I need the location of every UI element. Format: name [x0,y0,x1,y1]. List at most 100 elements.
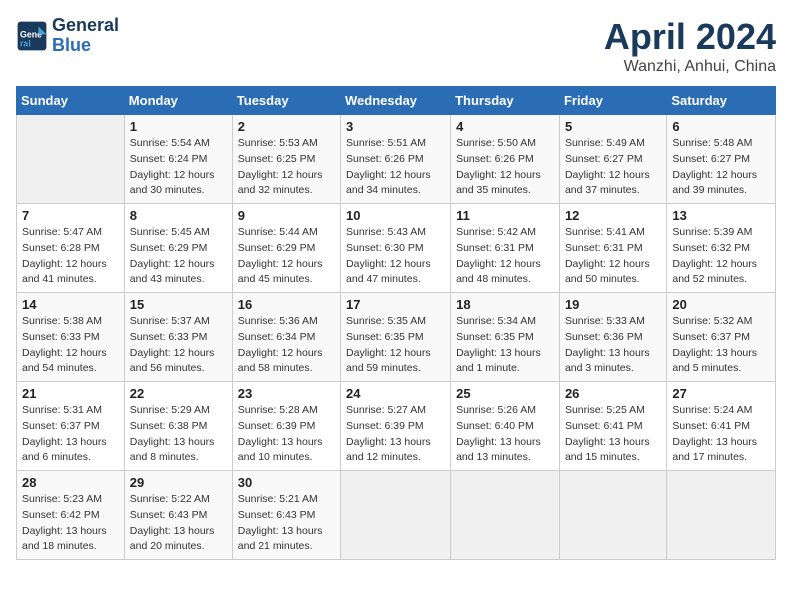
weekday-header-saturday: Saturday [667,87,776,115]
day-number: 18 [456,297,554,312]
calendar-cell: 24 Sunrise: 5:27 AM Sunset: 6:39 PM Dayli… [341,382,451,471]
calendar-cell [341,471,451,560]
weekday-header-row: SundayMondayTuesdayWednesdayThursdayFrid… [17,87,776,115]
location-subtitle: Wanzhi, Anhui, China [604,58,776,76]
day-info: Sunrise: 5:42 AM Sunset: 6:31 PM Dayligh… [456,225,554,288]
weekday-header-sunday: Sunday [17,87,125,115]
day-number: 19 [565,297,661,312]
day-info: Sunrise: 5:44 AM Sunset: 6:29 PM Dayligh… [238,225,335,288]
title-block: April 2024 Wanzhi, Anhui, China [604,16,776,76]
day-number: 21 [22,386,119,401]
day-number: 22 [130,386,227,401]
day-info: Sunrise: 5:23 AM Sunset: 6:42 PM Dayligh… [22,492,119,555]
logo-name: General Blue [52,16,119,56]
day-number: 20 [672,297,770,312]
day-info: Sunrise: 5:32 AM Sunset: 6:37 PM Dayligh… [672,314,770,377]
weekday-header-monday: Monday [124,87,232,115]
day-number: 12 [565,208,661,223]
calendar-cell: 6Sunrise: 5:48 AM Sunset: 6:27 PM Daylig… [667,115,776,204]
day-number: 11 [456,208,554,223]
day-info: Sunrise: 5:26 AM Sunset: 6:40 PM Dayligh… [456,403,554,466]
day-info: Sunrise: 5:39 AM Sunset: 6:32 PM Dayligh… [672,225,770,288]
calendar-cell: 22 Sunrise: 5:29 AM Sunset: 6:38 PM Dayli… [124,382,232,471]
weekday-header-thursday: Thursday [451,87,560,115]
calendar-cell: 5Sunrise: 5:49 AM Sunset: 6:27 PM Daylig… [559,115,666,204]
weekday-header-wednesday: Wednesday [341,87,451,115]
day-info: Sunrise: 5:36 AM Sunset: 6:34 PM Dayligh… [238,314,335,377]
day-number: 30 [238,475,335,490]
logo-line2: Blue [52,35,91,55]
calendar-cell: 16 Sunrise: 5:36 AM Sunset: 6:34 PM Dayli… [232,293,340,382]
calendar-cell: 23Sunrise: 5:28 AM Sunset: 6:39 PM Dayli… [232,382,340,471]
day-number: 3 [346,119,445,134]
calendar-week-row: 7 Sunrise: 5:47 AM Sunset: 6:28 PM Daylig… [17,204,776,293]
day-number: 14 [22,297,119,312]
calendar-cell: 27Sunrise: 5:24 AM Sunset: 6:41 PM Dayli… [667,382,776,471]
calendar-cell: 11 Sunrise: 5:42 AM Sunset: 6:31 PM Dayli… [451,204,560,293]
calendar-cell: 7 Sunrise: 5:47 AM Sunset: 6:28 PM Daylig… [17,204,125,293]
calendar-week-row: 14 Sunrise: 5:38 AM Sunset: 6:33 PM Dayli… [17,293,776,382]
calendar-table: SundayMondayTuesdayWednesdayThursdayFrid… [16,86,776,560]
day-number: 23 [238,386,335,401]
day-number: 1 [130,119,227,134]
day-info: Sunrise: 5:35 AM Sunset: 6:35 PM Dayligh… [346,314,445,377]
calendar-cell: 1 Sunrise: 5:54 AM Sunset: 6:24 PM Daylig… [124,115,232,204]
weekday-header-friday: Friday [559,87,666,115]
day-info: Sunrise: 5:38 AM Sunset: 6:33 PM Dayligh… [22,314,119,377]
day-number: 7 [22,208,119,223]
calendar-cell: 28Sunrise: 5:23 AM Sunset: 6:42 PM Dayli… [17,471,125,560]
day-info: Sunrise: 5:25 AM Sunset: 6:41 PM Dayligh… [565,403,661,466]
day-info: Sunrise: 5:27 AM Sunset: 6:39 PM Dayligh… [346,403,445,466]
weekday-header-tuesday: Tuesday [232,87,340,115]
calendar-cell: 25 Sunrise: 5:26 AM Sunset: 6:40 PM Dayli… [451,382,560,471]
day-info: Sunrise: 5:54 AM Sunset: 6:24 PM Dayligh… [130,136,227,199]
calendar-cell: 30 Sunrise: 5:21 AM Sunset: 6:43 PM Dayli… [232,471,340,560]
day-number: 10 [346,208,445,223]
month-title: April 2024 [604,16,776,58]
calendar-cell: 3 Sunrise: 5:51 AM Sunset: 6:26 PM Daylig… [341,115,451,204]
calendar-cell: 19 Sunrise: 5:33 AM Sunset: 6:36 PM Dayli… [559,293,666,382]
day-info: Sunrise: 5:21 AM Sunset: 6:43 PM Dayligh… [238,492,335,555]
day-info: Sunrise: 5:48 AM Sunset: 6:27 PM Dayligh… [672,136,770,199]
day-info: Sunrise: 5:43 AM Sunset: 6:30 PM Dayligh… [346,225,445,288]
calendar-cell: 17 Sunrise: 5:35 AM Sunset: 6:35 PM Dayli… [341,293,451,382]
calendar-cell: 12Sunrise: 5:41 AM Sunset: 6:31 PM Dayli… [559,204,666,293]
day-info: Sunrise: 5:22 AM Sunset: 6:43 PM Dayligh… [130,492,227,555]
day-number: 29 [130,475,227,490]
calendar-cell: 20 Sunrise: 5:32 AM Sunset: 6:37 PM Dayli… [667,293,776,382]
day-info: Sunrise: 5:31 AM Sunset: 6:37 PM Dayligh… [22,403,119,466]
calendar-cell: 21 Sunrise: 5:31 AM Sunset: 6:37 PM Dayli… [17,382,125,471]
day-number: 9 [238,208,335,223]
day-number: 17 [346,297,445,312]
day-info: Sunrise: 5:29 AM Sunset: 6:38 PM Dayligh… [130,403,227,466]
calendar-cell: 13 Sunrise: 5:39 AM Sunset: 6:32 PM Dayli… [667,204,776,293]
day-number: 4 [456,119,554,134]
calendar-cell [17,115,125,204]
day-number: 25 [456,386,554,401]
day-info: Sunrise: 5:49 AM Sunset: 6:27 PM Dayligh… [565,136,661,199]
day-number: 13 [672,208,770,223]
day-info: Sunrise: 5:53 AM Sunset: 6:25 PM Dayligh… [238,136,335,199]
calendar-cell: 14 Sunrise: 5:38 AM Sunset: 6:33 PM Dayli… [17,293,125,382]
logo-line1: General [52,15,119,35]
day-info: Sunrise: 5:37 AM Sunset: 6:33 PM Dayligh… [130,314,227,377]
calendar-cell [667,471,776,560]
calendar-week-row: 1 Sunrise: 5:54 AM Sunset: 6:24 PM Daylig… [17,115,776,204]
day-info: Sunrise: 5:50 AM Sunset: 6:26 PM Dayligh… [456,136,554,199]
calendar-cell: 26Sunrise: 5:25 AM Sunset: 6:41 PM Dayli… [559,382,666,471]
calendar-cell: 18Sunrise: 5:34 AM Sunset: 6:35 PM Dayli… [451,293,560,382]
logo-icon: Gene ral [16,20,48,52]
day-number: 16 [238,297,335,312]
calendar-cell [559,471,666,560]
calendar-cell: 29 Sunrise: 5:22 AM Sunset: 6:43 PM Dayli… [124,471,232,560]
calendar-cell: 8Sunrise: 5:45 AM Sunset: 6:29 PM Daylig… [124,204,232,293]
day-number: 2 [238,119,335,134]
day-info: Sunrise: 5:33 AM Sunset: 6:36 PM Dayligh… [565,314,661,377]
day-info: Sunrise: 5:51 AM Sunset: 6:26 PM Dayligh… [346,136,445,199]
calendar-cell: 2 Sunrise: 5:53 AM Sunset: 6:25 PM Daylig… [232,115,340,204]
calendar-cell: 15Sunrise: 5:37 AM Sunset: 6:33 PM Dayli… [124,293,232,382]
day-number: 24 [346,386,445,401]
day-info: Sunrise: 5:47 AM Sunset: 6:28 PM Dayligh… [22,225,119,288]
calendar-cell [451,471,560,560]
calendar-week-row: 21 Sunrise: 5:31 AM Sunset: 6:37 PM Dayli… [17,382,776,471]
